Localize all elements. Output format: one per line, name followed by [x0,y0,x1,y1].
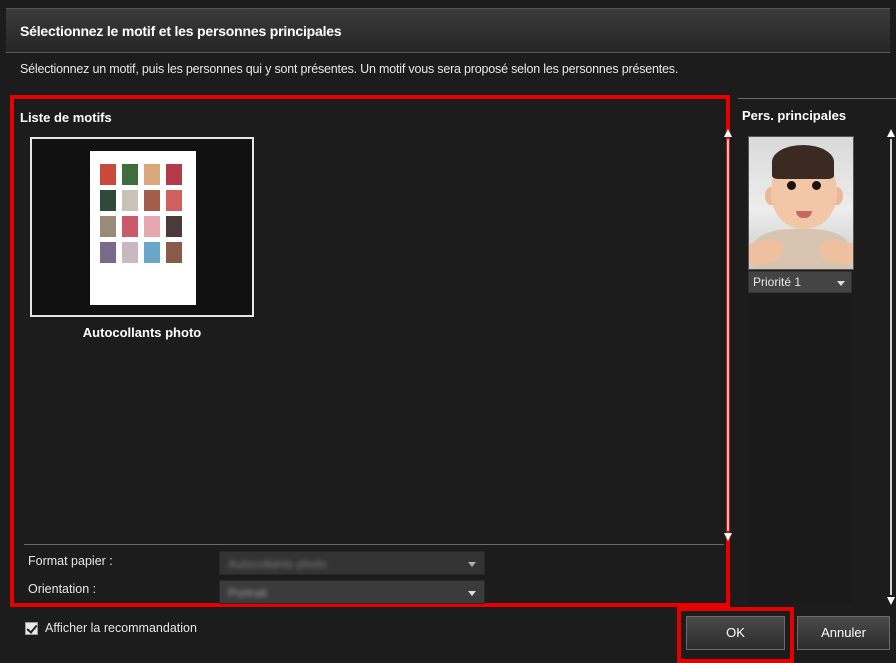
motif-list: Autocollants photo [20,129,720,539]
scroll-track[interactable] [727,139,729,531]
paper-format-select[interactable]: Autocollants photo [219,551,485,575]
orientation-value: Portrait [228,586,267,600]
orientation-select[interactable]: Portrait [219,580,485,604]
chevron-down-icon [468,562,476,567]
panel-divider [24,544,724,545]
scroll-down-arrow-icon[interactable] [724,533,732,541]
instructions-text: Sélectionnez un motif, puis les personne… [20,62,679,76]
scroll-track[interactable] [890,139,892,595]
persons-list-scrollbar[interactable] [886,129,896,605]
show-recommendation-label[interactable]: Afficher la recommandation [45,621,197,635]
chevron-down-icon [468,591,476,596]
main-persons-title: Pers. principales [742,108,847,123]
cancel-button[interactable]: Annuler [797,616,890,650]
priority-select[interactable]: Priorité 1 [748,271,852,293]
main-persons-panel: Pers. principales Priorité 1 [738,98,896,609]
dialog-title: Sélectionnez le motif et les personnes p… [20,23,342,39]
scroll-up-arrow-icon[interactable] [887,129,895,137]
chevron-down-icon [837,281,845,286]
motif-list-title: Liste de motifs [20,110,112,125]
checkmark-icon [26,622,38,634]
scroll-up-arrow-icon[interactable] [724,129,732,137]
motif-list-scrollbar[interactable] [723,129,733,541]
baby-eye-left [787,181,796,190]
persons-list-area [748,295,852,605]
template-label: Autocollants photo [82,325,202,340]
baby-hair [772,145,834,179]
scroll-down-arrow-icon[interactable] [887,597,895,605]
paper-format-value: Autocollants photo [228,557,327,571]
instructions-bar: Sélectionnez un motif, puis les personne… [6,52,890,91]
sticker-sheet-preview [90,151,196,305]
dialog-footer: Afficher la recommandation OK Annuler [0,607,896,663]
baby-eye-right [812,181,821,190]
template-thumbnail-autocollants[interactable] [30,137,254,317]
ok-button[interactable]: OK [686,616,785,650]
show-recommendation-checkbox[interactable] [25,622,38,635]
person-photo-baby[interactable] [748,136,854,270]
orientation-label: Orientation : [28,582,97,596]
paper-format-label: Format papier : [28,554,113,568]
motif-list-panel: Liste de motifs Autocollants photo Forma… [10,95,733,607]
dialog-window: Sélectionnez le motif et les personnes p… [0,0,896,663]
dialog-titlebar: Sélectionnez le motif et les personnes p… [6,8,890,53]
priority-value: Priorité 1 [753,275,802,289]
